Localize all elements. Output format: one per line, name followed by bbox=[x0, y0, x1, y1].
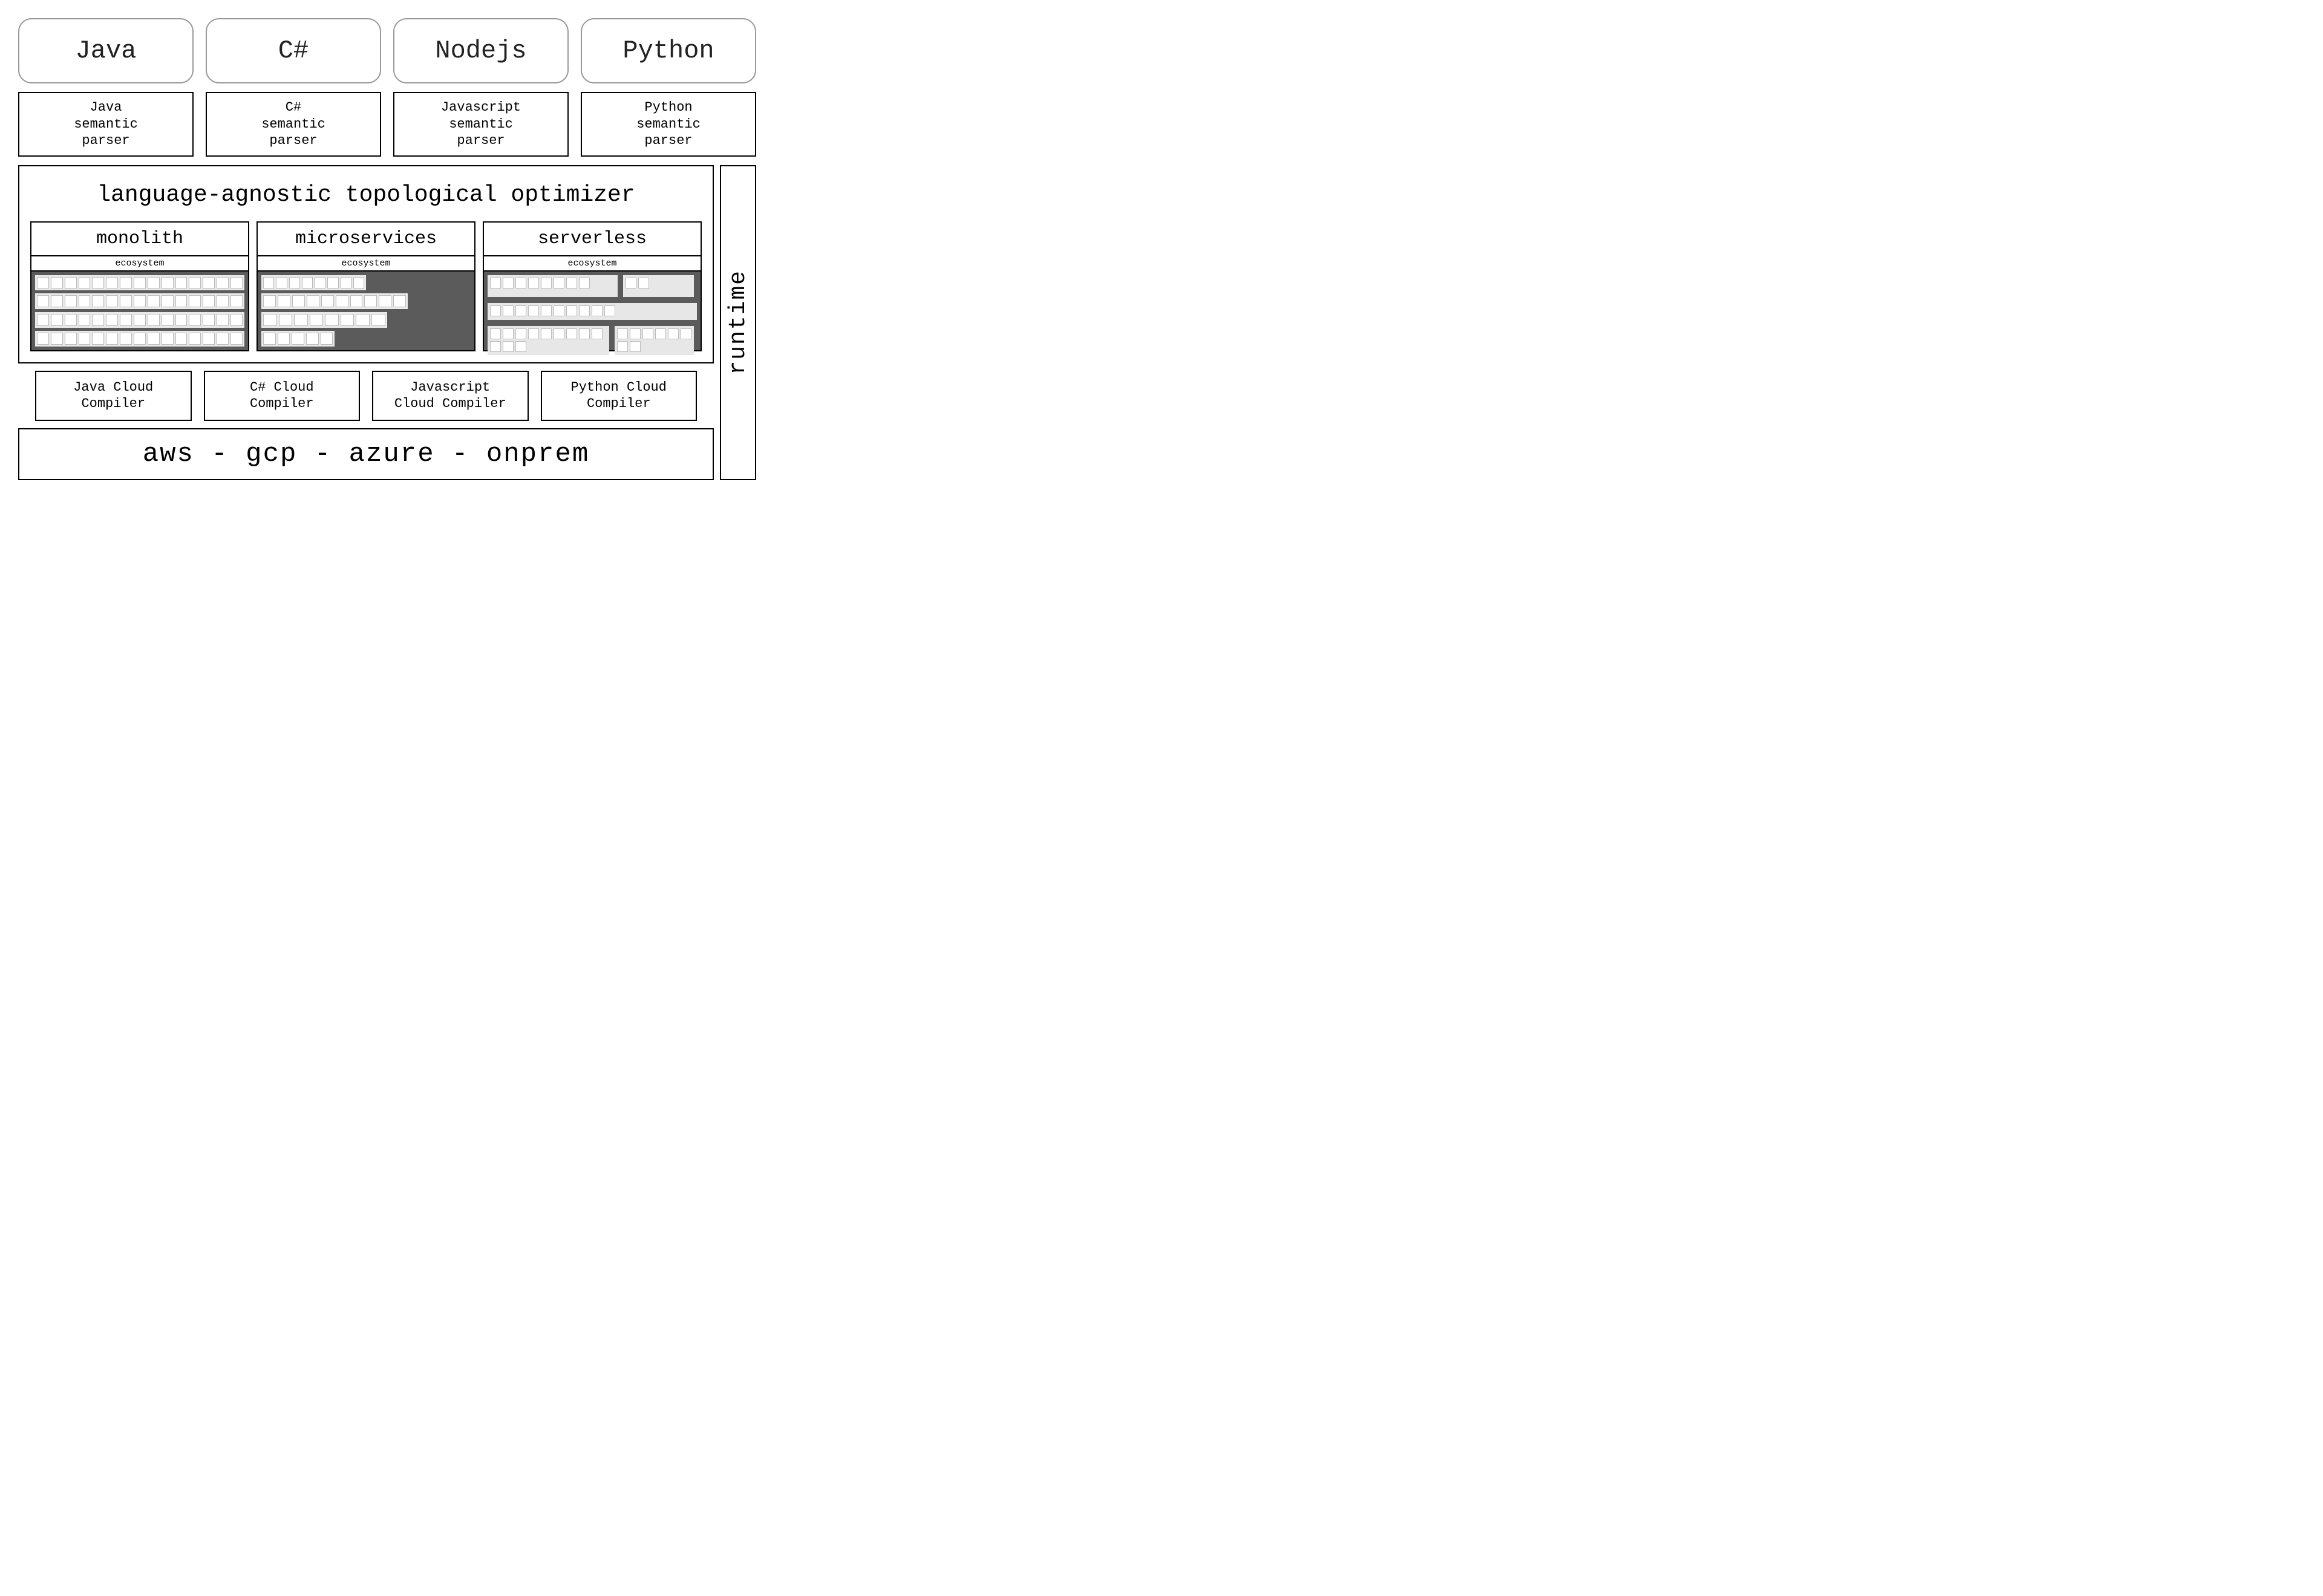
architecture-monolith: monolith ecosystem bbox=[30, 221, 249, 351]
architecture-microservices: microservices ecosystem bbox=[256, 221, 475, 351]
main-column: language-agnostic topological optimizer … bbox=[18, 165, 714, 480]
main-area: language-agnostic topological optimizer … bbox=[18, 165, 756, 480]
compiler-csharp: C# CloudCompiler bbox=[204, 371, 361, 421]
language-python: Python bbox=[581, 18, 756, 83]
compiler-java: Java CloudCompiler bbox=[35, 371, 192, 421]
compilers-row: Java CloudCompiler C# CloudCompiler Java… bbox=[18, 371, 714, 421]
compiler-python: Python CloudCompiler bbox=[541, 371, 698, 421]
architecture-title: monolith bbox=[31, 223, 248, 256]
cloud-targets-bar: aws - gcp - azure - onprem bbox=[18, 428, 714, 480]
architecture-title: microservices bbox=[258, 223, 474, 256]
language-csharp: C# bbox=[206, 18, 381, 83]
parser-java: Javasemanticparser bbox=[18, 92, 194, 157]
runtime-label: runtime bbox=[725, 270, 751, 375]
architectures-row: monolith ecosystem microservices ecosyst… bbox=[30, 221, 702, 351]
architecture-title: serverless bbox=[484, 223, 701, 256]
parser-csharp: C#semanticparser bbox=[206, 92, 381, 157]
runtime-sidebar: runtime bbox=[720, 165, 756, 480]
ecosystem-label: ecosystem bbox=[258, 256, 474, 272]
parsers-row: Javasemanticparser C#semanticparser Java… bbox=[18, 92, 756, 157]
optimizer-title: language-agnostic topological optimizer bbox=[30, 182, 702, 208]
languages-row: Java C# Nodejs Python bbox=[18, 18, 756, 83]
language-java: Java bbox=[18, 18, 194, 83]
ecosystem-graphic-serverless bbox=[484, 272, 701, 350]
ecosystem-graphic-monolith bbox=[31, 272, 248, 350]
ecosystem-graphic-microservices bbox=[258, 272, 474, 350]
compiler-javascript: JavascriptCloud Compiler bbox=[372, 371, 529, 421]
parser-javascript: Javascriptsemanticparser bbox=[393, 92, 569, 157]
architecture-serverless: serverless ecosystem bbox=[483, 221, 702, 351]
ecosystem-label: ecosystem bbox=[31, 256, 248, 272]
parser-python: Pythonsemanticparser bbox=[581, 92, 756, 157]
ecosystem-label: ecosystem bbox=[484, 256, 701, 272]
language-nodejs: Nodejs bbox=[393, 18, 569, 83]
optimizer-block: language-agnostic topological optimizer … bbox=[18, 165, 714, 363]
